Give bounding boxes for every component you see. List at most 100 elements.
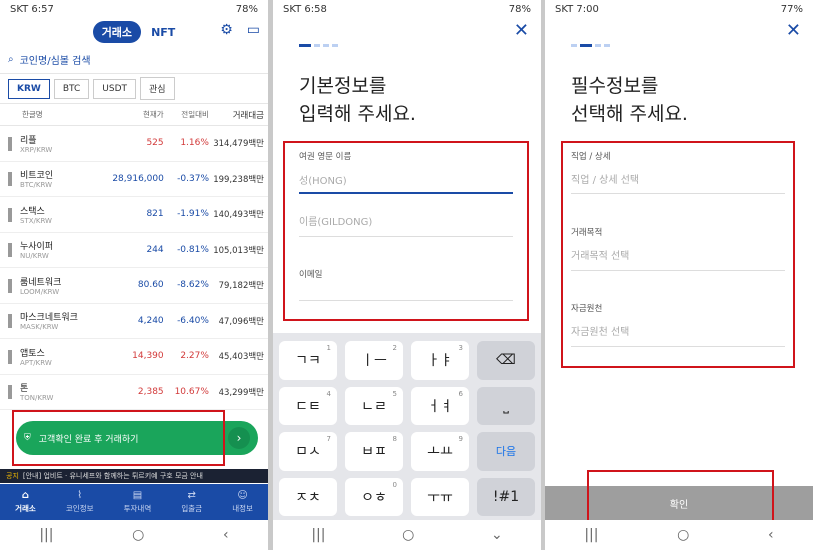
coin-name-cell: 톤 TON/KRW (4, 381, 112, 402)
table-row[interactable]: 룸네트워크 LOOM/KRW 80.60 -8.62% 79,182백만 (0, 268, 268, 304)
coin-symbol: NU/KRW (20, 252, 49, 261)
table-row[interactable]: 리플 XRP/KRW 525 1.16% 314,479백만 (0, 126, 268, 162)
coin-volume: 105,013백만 (213, 245, 264, 256)
tab-btc[interactable]: BTC (53, 78, 90, 99)
coin-change: -6.40% (177, 315, 209, 326)
coin-volume: 43,299백만 (218, 387, 264, 398)
nav-my-info[interactable]: ☺ 내정보 (232, 490, 253, 514)
nav-coin-info[interactable]: ⌇ 코인정보 (66, 490, 94, 514)
coin-name-cell: 마스크네트워크 MASK/KRW (4, 310, 112, 331)
system-nav: ||| ○ ‹ (0, 520, 268, 550)
keyboard-key[interactable]: ㅜㅠ (411, 477, 469, 516)
tab-exchange[interactable]: 거래소 (92, 21, 142, 43)
keyboard-key[interactable]: ⎵ (477, 386, 535, 425)
status-time: SKT 6:57 (10, 3, 54, 15)
coin-symbol: XRP/KRW (20, 145, 53, 154)
nav-deposit[interactable]: ⇄ 입출금 (181, 490, 202, 514)
header-name[interactable]: 한글명 (4, 109, 113, 120)
exchange-screen: SKT 6:57 78% 거래소 NFT ⚙ ▭ ⌕ 코인명/심볼 검색 KRW… (0, 0, 268, 550)
table-row[interactable]: 비트코인 BTC/KRW 28,916,000 -0.37% 199,238백만 (0, 162, 268, 197)
table-row[interactable]: 톤 TON/KRW 2,385 10.67% 43,299백만 (0, 375, 268, 410)
coin-name: 비트코인 (20, 171, 54, 182)
back-icon[interactable]: ‹ (768, 527, 774, 543)
title-line: 기본정보를 (299, 75, 387, 97)
keyboard-key[interactable]: 다음 (477, 432, 535, 471)
key-label: ㄴㄹ (361, 398, 387, 415)
chevron-right-icon[interactable]: › (228, 427, 250, 449)
keyboard-key[interactable]: ㅣㅡ 2 (345, 341, 403, 380)
keyboard-key[interactable]: ㅂㅍ 8 (345, 432, 403, 471)
back-icon[interactable]: ‹ (223, 527, 229, 543)
nav-label: 코인정보 (65, 504, 94, 513)
header-volume[interactable]: 거래대금 (209, 109, 264, 121)
keyboard-key[interactable]: ㅓㅕ 6 (411, 386, 469, 425)
tab-krw[interactable]: KRW (8, 78, 50, 99)
home-button-icon[interactable]: ○ (402, 527, 414, 543)
chevron-down-icon[interactable]: ⌄ (491, 527, 503, 543)
table-row[interactable]: 누사이퍼 NU/KRW 244 -0.81% 105,013백만 (0, 233, 268, 268)
recents-icon[interactable]: ||| (584, 527, 598, 543)
tab-nft[interactable]: NFT (151, 26, 175, 39)
chat-icon[interactable]: ▭ (247, 22, 260, 38)
page-title: 필수정보를 선택해 주세요. (571, 72, 688, 128)
system-nav: ||| ○ ‹ (545, 520, 813, 550)
nav-exchange[interactable]: ⌂ 거래소 (15, 490, 36, 514)
keyboard-key[interactable]: ㅈㅊ (279, 477, 337, 516)
keyboard-key[interactable]: ㅇㅎ 0 (345, 477, 403, 516)
table-row[interactable]: 앱토스 APT/KRW 14,390 2.27% 45,403백만 (0, 339, 268, 375)
coin-name-cell: 누사이퍼 NU/KRW (4, 239, 112, 260)
tab-favorites[interactable]: 관심 (140, 77, 175, 100)
keyboard-key[interactable]: ㅁㅅ 7 (279, 432, 337, 471)
coin-change: -1.91% (177, 209, 209, 220)
home-button-icon[interactable]: ○ (132, 527, 144, 543)
coin-list: 리플 XRP/KRW 525 1.16% 314,479백만 비트코인 BTC/KRW 28,… (0, 126, 268, 410)
coin-symbol: APT/KRW (20, 358, 52, 367)
coin-name: 앱토스 (20, 348, 45, 359)
table-row[interactable]: 마스크네트워크 MASK/KRW 4,240 -6.40% 47,096백만 (0, 304, 268, 339)
keyboard-key[interactable]: !#1 (477, 477, 535, 516)
coin-symbol: LOOM/KRW (20, 287, 60, 296)
required-info-screen: SKT 7:00 77% ✕ 필수정보를 선택해 주세요. 직업 / 상세 직업… (545, 0, 813, 550)
tab-usdt[interactable]: USDT (93, 78, 137, 99)
status-bar: SKT 7:00 77% (545, 0, 813, 18)
highlight-box (587, 470, 774, 527)
keyboard-key[interactable]: ㄴㄹ 5 (345, 386, 403, 425)
coin-change: -0.37% (177, 173, 210, 184)
header-change[interactable]: 전일대비 (164, 109, 209, 120)
keyboard-key[interactable]: ㄷㅌ 4 (279, 386, 337, 425)
header-price[interactable]: 현재가 (113, 109, 164, 120)
coin-volume: 199,238백만 (213, 174, 264, 185)
nav-investments[interactable]: ▤ 투자내역 (124, 490, 152, 514)
close-icon[interactable]: ✕ (786, 20, 801, 41)
coin-name: 누사이퍼 (20, 242, 54, 253)
notice-bar[interactable]: 공지 [안내] 업비트 · 유니세프와 함께하는 튀르키예 구호 모금 안내 (0, 469, 268, 483)
recents-icon[interactable]: ||| (39, 527, 53, 543)
search-bar[interactable]: ⌕ 코인명/심볼 검색 (0, 46, 268, 74)
coin-volume: 79,182백만 (218, 281, 264, 292)
coin-name-cell: 스택스 STX/KRW (4, 204, 112, 225)
key-label: ㅏㅑ (427, 353, 453, 370)
status-battery: 78% (508, 3, 531, 15)
candle-icon (8, 385, 12, 400)
key-label: ㄱㅋ (295, 353, 321, 370)
home-button-icon[interactable]: ○ (677, 527, 689, 543)
candle-icon (8, 136, 12, 151)
search-input[interactable]: 코인명/심볼 검색 (20, 52, 91, 67)
keyboard-key[interactable]: ⌫ (477, 341, 535, 380)
gear-icon[interactable]: ⚙ (220, 22, 233, 38)
step-progress (571, 44, 610, 47)
nav-label: 입출금 (181, 504, 203, 513)
keyboard-key[interactable]: ㅗㅛ 9 (411, 432, 469, 471)
keyboard-key[interactable]: ㅏㅑ 3 (411, 341, 469, 380)
status-battery: 78% (235, 3, 258, 15)
keyboard-key[interactable]: ㄱㅋ 1 (279, 341, 337, 380)
coin-volume: 140,493백만 (213, 210, 264, 221)
table-row[interactable]: 스택스 STX/KRW 821 -1.91% 140,493백만 (0, 197, 268, 233)
recents-icon[interactable]: ||| (311, 527, 325, 543)
close-icon[interactable]: ✕ (514, 20, 529, 41)
key-label: !#1 (492, 488, 520, 505)
key-label: ㅇㅎ (361, 489, 387, 506)
coin-price: 14,390 (132, 351, 164, 362)
bottom-nav: ⌂ 거래소 ⌇ 코인정보 ▤ 투자내역 ⇄ 입출금 ☺ 내정보 (0, 484, 268, 520)
chart-icon: ⌇ (77, 490, 83, 501)
